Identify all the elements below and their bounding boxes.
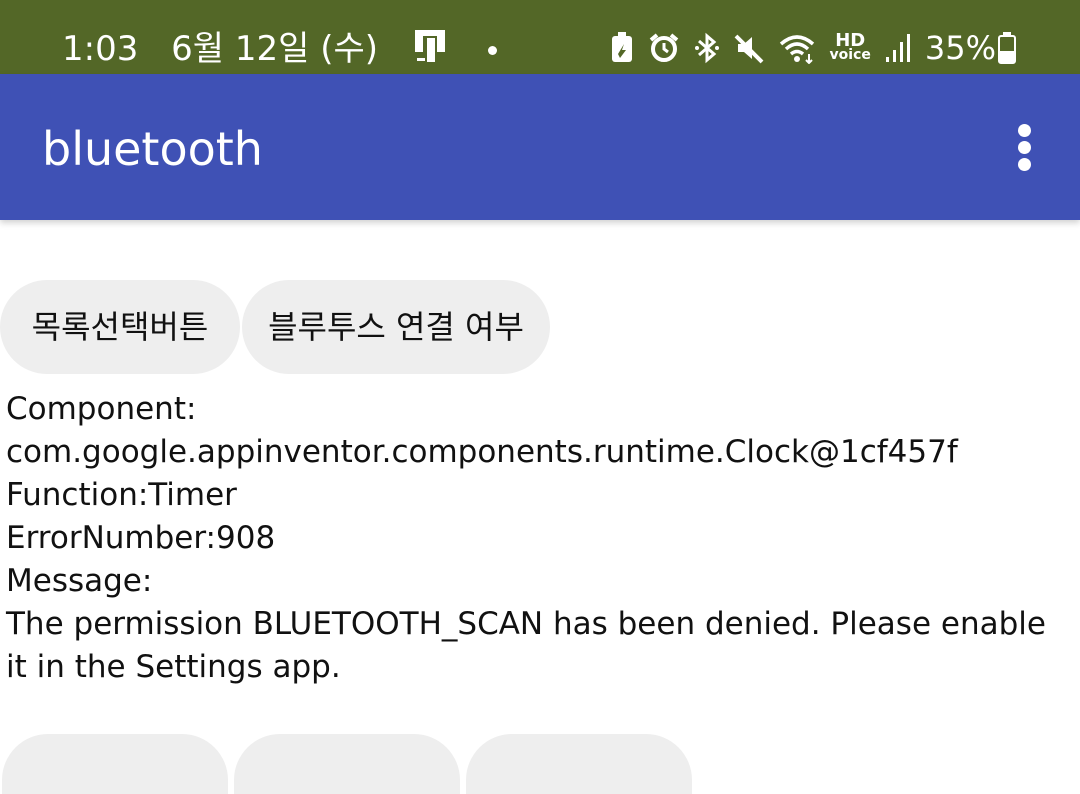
wifi-icon: [778, 32, 816, 64]
battery-saver-icon: [610, 32, 634, 64]
status-bar: 1:03 6월 12일 (수) HD voice 35%: [0, 0, 1080, 74]
app-bar: bluetooth: [0, 74, 1080, 220]
battery-percent: 35%: [924, 29, 996, 67]
alarm-icon: [648, 32, 680, 64]
bluetooth-connected-button[interactable]: 블루투스 연결 여부: [242, 280, 550, 374]
error-component-label: Component:: [6, 391, 197, 427]
bottom-button-2[interactable]: [234, 734, 460, 794]
mute-icon: [734, 32, 764, 64]
app-title: bluetooth: [42, 122, 263, 176]
dot-icon: [487, 46, 497, 55]
error-number: ErrorNumber:908: [6, 520, 276, 556]
battery-icon: [998, 32, 1016, 64]
error-component-value: com.google.appinventor.components.runtim…: [6, 434, 958, 470]
hd-voice-label: HD voice: [829, 30, 871, 63]
list-select-button[interactable]: 목록선택버튼: [0, 280, 240, 374]
bottom-button-1[interactable]: [2, 734, 228, 794]
error-message-text: The permission BLUETOOTH_SCAN has been d…: [6, 606, 1056, 685]
notification-phone-icon: [411, 28, 449, 73]
error-message: Component: com.google.appinventor.compon…: [6, 388, 1074, 689]
top-button-row: 목록선택버튼 블루투스 연결 여부: [0, 280, 552, 374]
bottom-button-3[interactable]: [466, 734, 692, 794]
status-date: 6월 12일 (수): [171, 29, 379, 69]
hd-label: HD: [835, 30, 866, 51]
status-right: HD voice 35%: [610, 28, 1016, 68]
voice-label: voice: [829, 47, 871, 63]
status-left: 1:03 6월 12일 (수): [62, 28, 519, 73]
main-content: 목록선택버튼 블루투스 연결 여부 Component: com.google.…: [0, 220, 1080, 794]
error-message-label: Message:: [6, 563, 153, 599]
status-time: 1:03: [62, 29, 139, 69]
more-vert-icon[interactable]: [1012, 124, 1036, 172]
bottom-button-row: [2, 734, 698, 794]
signal-icon: [885, 33, 911, 63]
error-function: Function:Timer: [6, 477, 237, 513]
bluetooth-icon: [694, 32, 720, 64]
